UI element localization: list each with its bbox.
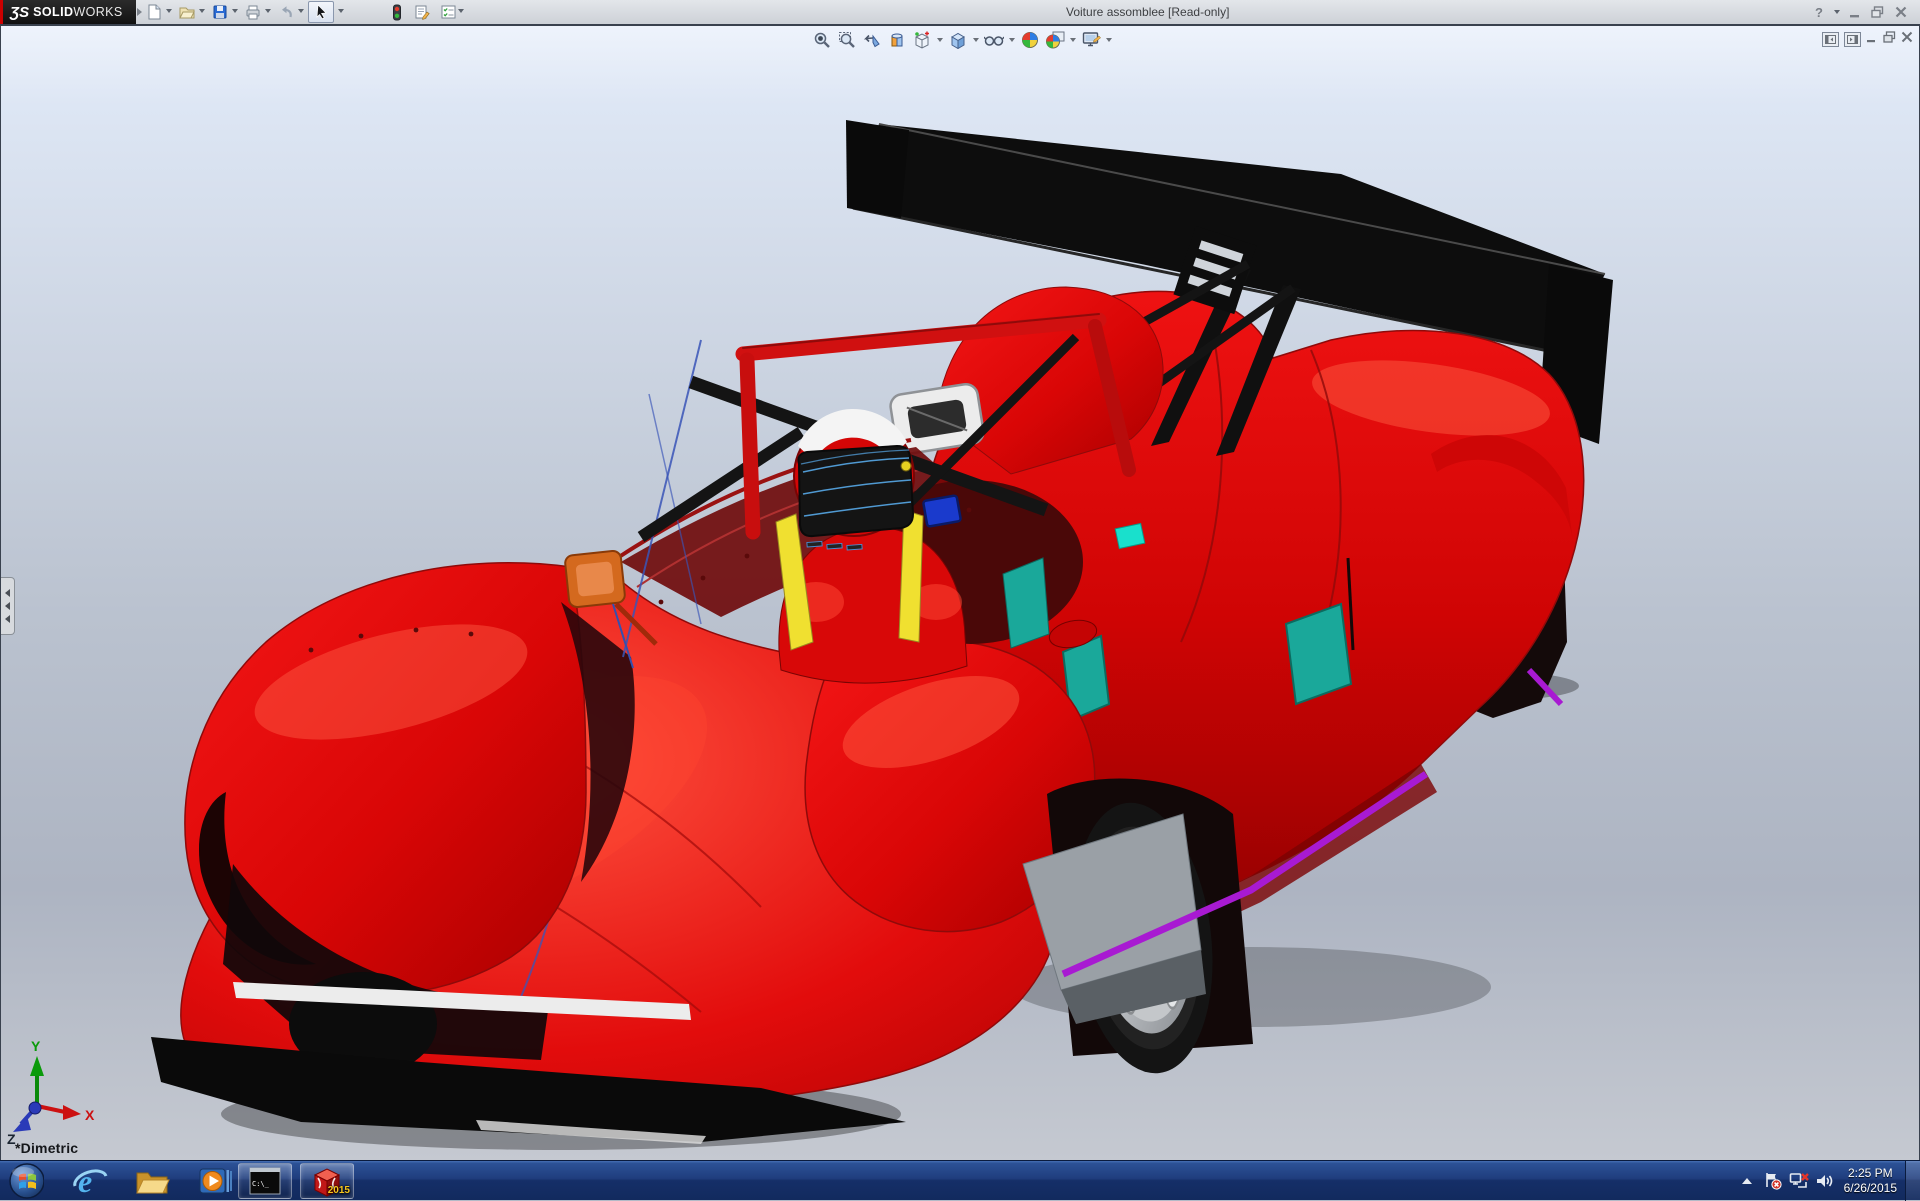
undo-arrow-icon bbox=[282, 6, 292, 18]
brand-bold-text: SOLID bbox=[33, 5, 74, 19]
volume-button[interactable] bbox=[1812, 1168, 1838, 1194]
select-tool-button[interactable] bbox=[308, 1, 334, 23]
restore-icon bbox=[1870, 6, 1883, 18]
show-desktop-button[interactable] bbox=[1905, 1161, 1920, 1201]
undo-dropdown[interactable] bbox=[298, 9, 304, 13]
media-player-icon bbox=[199, 1168, 232, 1194]
command-prompt-label: C:\_ bbox=[252, 1180, 269, 1188]
internet-explorer-icon: e bbox=[73, 1164, 108, 1198]
command-prompt-button[interactable]: C:\_ bbox=[238, 1163, 292, 1199]
show-hidden-icons-button[interactable] bbox=[1734, 1168, 1760, 1194]
help-button[interactable]: ? bbox=[1810, 3, 1828, 21]
new-document-button[interactable] bbox=[142, 1, 166, 23]
internet-explorer-button[interactable]: e bbox=[72, 1164, 108, 1198]
save-dropdown[interactable] bbox=[232, 9, 238, 13]
options-button[interactable] bbox=[436, 1, 460, 23]
clock-time: 2:25 PM bbox=[1847, 1166, 1893, 1180]
save-floppy-icon bbox=[213, 5, 227, 19]
options-checklist-icon bbox=[441, 5, 455, 19]
new-document-icon bbox=[148, 4, 161, 20]
print-dropdown[interactable] bbox=[265, 9, 271, 13]
file-explorer-button[interactable] bbox=[134, 1164, 170, 1198]
solidworks-version-badge: 2015 bbox=[327, 1185, 350, 1196]
printer-icon bbox=[246, 5, 260, 20]
start-button[interactable] bbox=[8, 1163, 44, 1199]
car-assembly[interactable] bbox=[151, 120, 1613, 1150]
restore-button[interactable] bbox=[1868, 3, 1886, 21]
file-properties-icon bbox=[415, 5, 430, 20]
wing-endplate-left bbox=[846, 120, 909, 218]
open-document-button[interactable] bbox=[175, 1, 199, 23]
rebuild-button[interactable] bbox=[385, 1, 409, 23]
svg-text:e: e bbox=[78, 1164, 92, 1198]
speaker-icon bbox=[1816, 1175, 1832, 1187]
solidworks-taskbar-button[interactable]: 2015 bbox=[300, 1163, 354, 1199]
file-properties-button[interactable] bbox=[410, 1, 434, 23]
chevron-up-icon bbox=[1741, 1178, 1752, 1184]
triad-y-arrow bbox=[30, 1056, 44, 1076]
folder-icon bbox=[136, 1172, 170, 1194]
visor-pivot bbox=[900, 460, 912, 472]
viewport-canvas: Y X Z bbox=[7, 120, 1613, 1150]
action-center-button[interactable] bbox=[1760, 1168, 1786, 1194]
harness-buckle bbox=[922, 494, 962, 528]
traffic-light-icon bbox=[393, 4, 401, 20]
network-status-button[interactable] bbox=[1786, 1168, 1812, 1194]
media-player-button[interactable] bbox=[197, 1164, 233, 1198]
help-icon: ? bbox=[1815, 4, 1823, 20]
helmet[interactable] bbox=[793, 408, 915, 551]
graphics-area[interactable]: Y X Z *Dimetric bbox=[0, 24, 1920, 1160]
minimize-icon bbox=[1850, 15, 1859, 18]
print-button[interactable] bbox=[241, 1, 265, 23]
solidworks-glyph-icon: ƷS bbox=[10, 3, 30, 21]
select-dropdown[interactable] bbox=[338, 9, 344, 13]
system-tray: 2:25 PM 6/26/2015 bbox=[1734, 1161, 1920, 1201]
new-document-dropdown[interactable] bbox=[166, 9, 172, 13]
options-dropdown[interactable] bbox=[458, 9, 464, 13]
brand-light-text: WORKS bbox=[73, 5, 123, 19]
select-cursor-icon bbox=[316, 4, 327, 20]
open-dropdown[interactable] bbox=[199, 9, 205, 13]
logo-red-strip bbox=[0, 0, 3, 24]
close-icon bbox=[1895, 6, 1907, 18]
triad-x-arrow bbox=[63, 1105, 81, 1120]
left-mirror[interactable] bbox=[564, 550, 626, 608]
close-button[interactable] bbox=[1892, 3, 1910, 21]
title-bar[interactable]: ƷS SOLID WORKS Voiture assomblee [Read-on… bbox=[0, 0, 1920, 25]
taskbar-clock[interactable]: 2:25 PM 6/26/2015 bbox=[1844, 1166, 1897, 1196]
open-folder-icon bbox=[179, 7, 195, 19]
network-disconnected-icon bbox=[1789, 1173, 1809, 1188]
cockpit-teal-panel bbox=[1002, 557, 1050, 649]
minimize-button[interactable] bbox=[1846, 3, 1864, 21]
save-button[interactable] bbox=[208, 1, 232, 23]
window-title: Voiture assomblee [Read-only] bbox=[1066, 5, 1230, 19]
flag-icon bbox=[1765, 1173, 1782, 1190]
triad-y-label: Y bbox=[31, 1038, 41, 1054]
view-orientation-annotation: *Dimetric bbox=[15, 1140, 79, 1156]
reference-triad: Y X Z bbox=[7, 1038, 95, 1147]
undo-button[interactable] bbox=[274, 1, 298, 23]
triad-x-label: X bbox=[85, 1107, 95, 1123]
help-dropdown[interactable] bbox=[1834, 10, 1840, 14]
windows-start-icon bbox=[9, 1163, 44, 1199]
solidworks-logo: ƷS SOLID WORKS bbox=[0, 0, 136, 24]
clock-date: 6/26/2015 bbox=[1843, 1181, 1897, 1195]
taskbar: e C:\_ 2015 2:25 PM 6/26/2015 bbox=[0, 1160, 1920, 1201]
